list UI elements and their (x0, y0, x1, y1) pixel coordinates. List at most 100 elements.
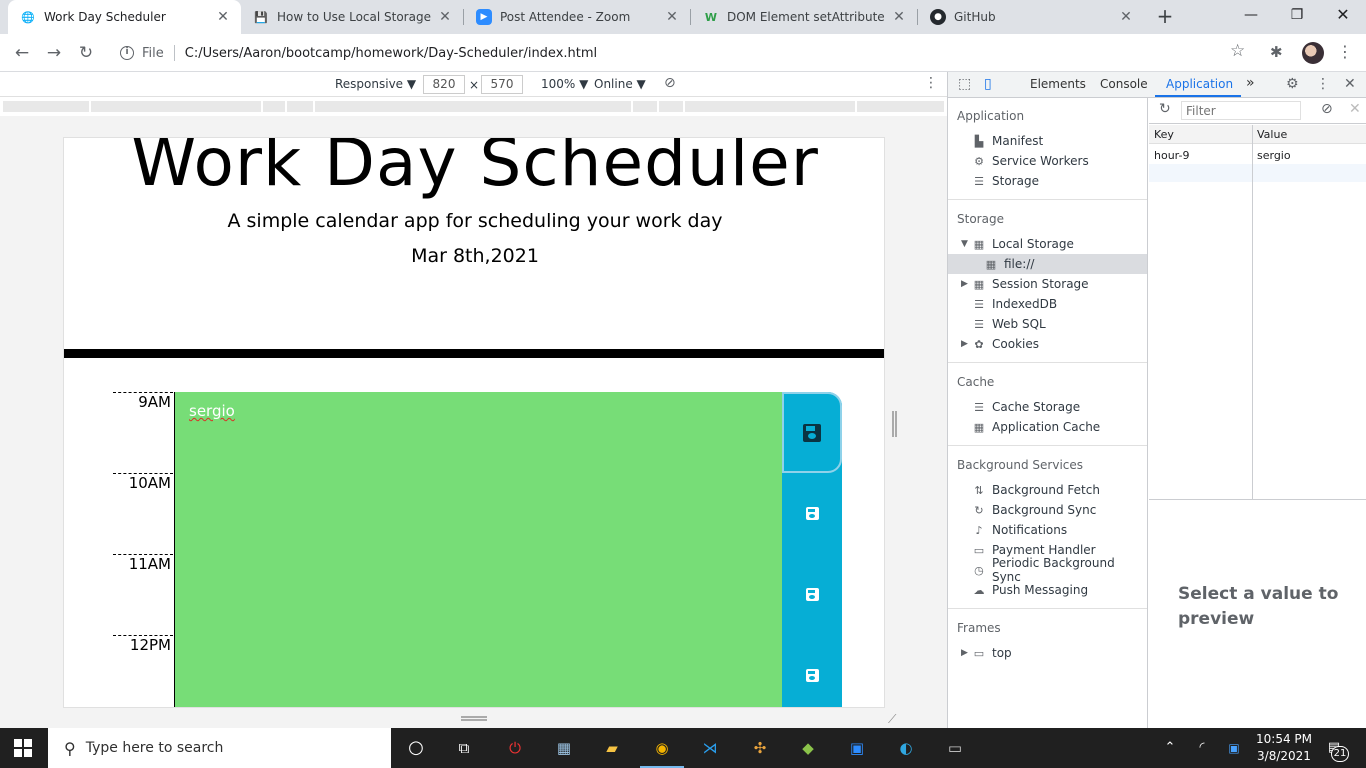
empty-row[interactable] (1149, 164, 1366, 182)
windows-start-icon[interactable] (14, 739, 32, 757)
media-query-segment[interactable] (315, 101, 631, 112)
sidebar-item-service-workers[interactable]: ⚙ Service Workers (972, 151, 1089, 171)
git-app-icon[interactable]: ◆ (796, 736, 820, 760)
info-icon[interactable]: i (120, 46, 134, 60)
save-button[interactable] (782, 635, 842, 707)
sidebar-item-session-storage[interactable]: ▶ ▦ Session Storage (961, 274, 1089, 294)
minimize-icon[interactable]: — (1228, 0, 1274, 34)
collapsed-caret-icon[interactable]: ▶ (961, 339, 968, 349)
rotate-icon[interactable]: ⊘ (664, 75, 676, 91)
vscode-icon[interactable]: ⋊ (698, 736, 722, 760)
sidebar-item-push-messaging[interactable]: ☁ Push Messaging (972, 580, 1089, 600)
sidebar-item-indexeddb[interactable]: ☰ IndexedDB (972, 294, 1057, 314)
close-window-icon[interactable]: ✕ (1320, 0, 1366, 34)
taskbar-search[interactable]: ⚲ Type here to search (48, 728, 391, 768)
resize-handle-right[interactable] (892, 411, 897, 437)
tab-work-day-scheduler[interactable]: 🌐 Work Day Scheduler ✕ (8, 0, 241, 34)
network-icon[interactable]: ◜ (1190, 736, 1214, 760)
save-button[interactable] (782, 473, 842, 554)
forward-icon[interactable]: → (42, 41, 66, 65)
show-hidden-icons-icon[interactable]: ⌃ (1158, 736, 1182, 760)
bookmark-star-icon[interactable]: ☆ (1230, 41, 1245, 61)
media-query-segment[interactable] (263, 101, 285, 112)
close-tab-icon[interactable]: ✕ (891, 9, 907, 25)
url-text[interactable]: C:/Users/Aaron/bootcamp/homework/Day-Sch… (185, 46, 597, 61)
resize-handle-corner[interactable]: ⟋ (888, 712, 896, 727)
chrome-icon[interactable]: ◉ (640, 736, 684, 768)
save-button[interactable] (782, 554, 842, 635)
event-textarea[interactable]: sergio (174, 392, 782, 707)
column-header-key[interactable]: Key (1154, 128, 1174, 141)
media-query-segment[interactable] (287, 101, 313, 112)
media-query-segment[interactable] (659, 101, 683, 112)
tab-zoom[interactable]: ▶ Post Attendee - Zoom ✕ (464, 0, 690, 34)
close-devtools-icon[interactable]: ✕ (1344, 76, 1356, 92)
clear-all-icon[interactable]: ⊘ (1321, 101, 1333, 117)
media-query-bar[interactable] (0, 98, 947, 116)
chrome-menu-icon[interactable]: ⋮ (1337, 42, 1353, 61)
tab-console[interactable]: Console (1100, 77, 1148, 91)
back-icon[interactable]: ← (10, 41, 34, 65)
device-mode-select[interactable]: Responsive ▼ (335, 77, 416, 91)
profile-avatar[interactable] (1302, 42, 1324, 64)
tab-local-storage[interactable]: 💾 How to Use Local Storage with M ✕ (241, 0, 463, 34)
close-tab-icon[interactable]: ✕ (664, 9, 680, 25)
viewport-height-input[interactable]: 570 (481, 75, 523, 94)
system-clock[interactable]: 10:54 PM 3/8/2021 (1256, 731, 1312, 765)
media-query-segment[interactable] (633, 101, 657, 112)
save-button[interactable] (782, 392, 842, 473)
task-view-icon[interactable]: ⧉ (452, 736, 476, 760)
devtools-menu-icon[interactable]: ⋮ (1316, 76, 1330, 92)
tab-elements[interactable]: Elements (1030, 77, 1086, 91)
zoom-app-icon[interactable]: ▣ (845, 736, 869, 760)
slack-icon[interactable]: ✣ (748, 736, 772, 760)
sidebar-item-application-cache[interactable]: ▦ Application Cache (972, 417, 1100, 437)
media-query-segment[interactable] (685, 101, 855, 112)
power-app-icon[interactable]: ⏻ (503, 736, 527, 760)
settings-gear-icon[interactable]: ⚙ (1286, 76, 1299, 92)
cortana-icon[interactable]: ○ (404, 736, 428, 760)
resize-handle-bottom[interactable] (461, 716, 487, 721)
filter-input[interactable] (1181, 101, 1301, 120)
expanded-caret-icon[interactable]: ▼ (961, 239, 968, 249)
sidebar-item-local-storage[interactable]: ▼ ▦ Local Storage (961, 234, 1074, 254)
sidebar-item-background-sync[interactable]: ↻ Background Sync (972, 500, 1096, 520)
zoom-select[interactable]: 100% ▼ (541, 77, 588, 91)
tab-application[interactable]: Application (1166, 77, 1233, 91)
close-tab-icon[interactable]: ✕ (1118, 9, 1134, 25)
sidebar-item-cookies[interactable]: ▶ ✿ Cookies (961, 334, 1039, 354)
media-query-segment[interactable] (3, 101, 89, 112)
sidebar-item-storage[interactable]: ☰ Storage (972, 171, 1039, 191)
new-tab-icon[interactable]: + (1154, 5, 1176, 27)
terminal-icon[interactable]: ▭ (943, 736, 967, 760)
media-query-segment[interactable] (91, 101, 261, 112)
more-tabs-icon[interactable]: » (1246, 75, 1255, 91)
sidebar-item-periodic-background-sync[interactable]: ◷ Periodic Background Sync (972, 556, 1147, 584)
input-indicator-icon[interactable]: ▣ (1222, 736, 1246, 760)
device-options-icon[interactable]: ⋮ (924, 75, 938, 91)
device-toggle-icon[interactable]: ▯ (984, 76, 992, 92)
viewport-width-input[interactable]: 820 (423, 75, 465, 94)
sidebar-item-file-origin[interactable]: ▦ file:// (948, 254, 1147, 274)
sidebar-item-notifications[interactable]: ♪ Notifications (972, 520, 1067, 540)
edge-icon[interactable]: ◐ (894, 736, 918, 760)
restore-icon[interactable]: ❐ (1274, 0, 1320, 34)
calculator-icon[interactable]: ▦ (552, 736, 576, 760)
inspect-element-icon[interactable]: ⬚ (958, 76, 971, 92)
close-tab-icon[interactable]: ✕ (437, 9, 453, 25)
column-header-value[interactable]: Value (1257, 128, 1287, 141)
sidebar-item-frame-top[interactable]: ▶ ▭ top (961, 643, 1012, 663)
close-tab-icon[interactable]: ✕ (215, 9, 231, 25)
sidebar-item-cache-storage[interactable]: ☰ Cache Storage (972, 397, 1080, 417)
tab-github[interactable]: ● GitHub ✕ (918, 0, 1144, 34)
network-throttle-select[interactable]: Online ▼ (594, 77, 646, 91)
file-explorer-icon[interactable]: ▰ (600, 736, 624, 760)
column-divider[interactable] (1252, 125, 1253, 500)
collapsed-caret-icon[interactable]: ▶ (961, 279, 968, 289)
tab-setattribute[interactable]: W DOM Element setAttribute() M ✕ (691, 0, 917, 34)
address-bar[interactable]: i File C:/Users/Aaron/bootcamp/homework/… (110, 39, 1260, 67)
refresh-icon[interactable]: ↻ (1159, 101, 1171, 117)
sidebar-item-manifest[interactable]: ▙ Manifest (972, 131, 1043, 151)
extensions-icon[interactable]: ✱ (1270, 43, 1283, 61)
reload-icon[interactable]: ↻ (74, 41, 98, 65)
